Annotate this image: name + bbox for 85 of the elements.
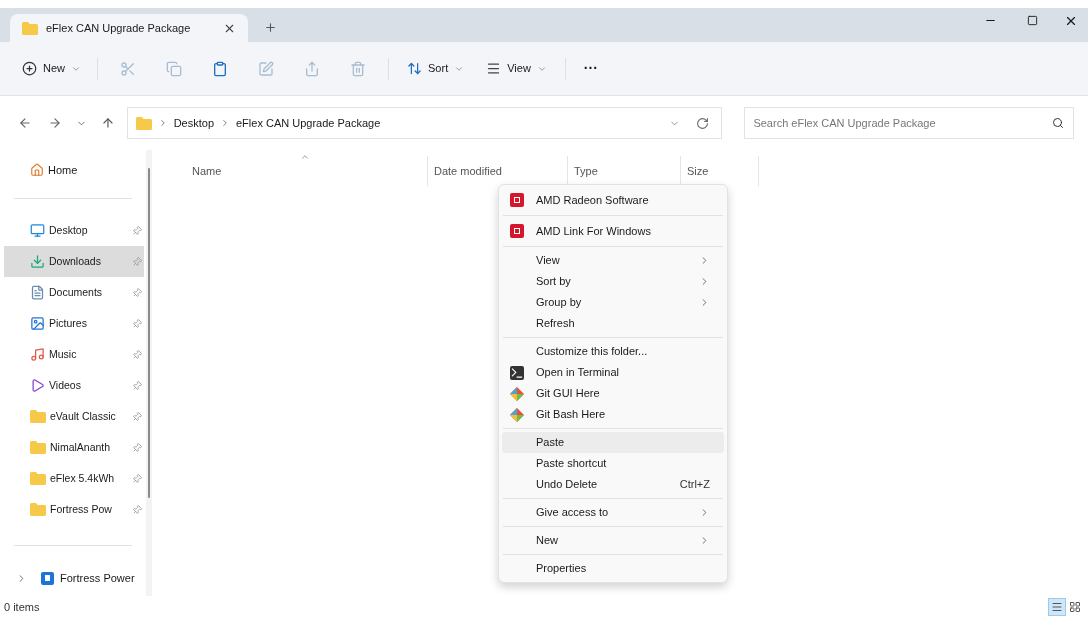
maximize-icon[interactable] <box>1027 15 1038 26</box>
menu-item[interactable]: Undo Delete Ctrl+Z <box>502 474 724 495</box>
sidebar-item[interactable]: Fortress Power <box>0 566 146 590</box>
copy-icon <box>166 60 182 77</box>
menu-item[interactable]: Customize this folder... <box>502 341 724 362</box>
item-count: 0 items <box>4 599 40 615</box>
breadcrumb[interactable]: eFlex CAN Upgrade Package <box>236 114 381 132</box>
clipboard-icon <box>212 60 228 77</box>
sort-icon <box>300 152 310 162</box>
sidebar-item[interactable]: Downloads <box>4 246 144 277</box>
column-header[interactable]: Size <box>687 162 709 180</box>
rename-icon <box>258 60 274 77</box>
menu-item[interactable]: Sort by <box>502 271 724 292</box>
sidebar-item[interactable]: NimalAnanth <box>4 432 144 463</box>
sidebar-item[interactable]: Videos <box>4 370 144 401</box>
sidebar-item[interactable]: eVault Classic <box>4 401 144 432</box>
menu-item[interactable]: Git Bash Here <box>502 404 724 425</box>
list-icon <box>1051 601 1063 613</box>
sidebar-item[interactable]: Music <box>4 339 144 370</box>
menu-item[interactable]: Give access to <box>502 502 724 523</box>
close-icon[interactable] <box>1064 14 1078 28</box>
sort-button[interactable]: Sort <box>399 53 473 84</box>
app-icon <box>510 193 524 207</box>
search-icon <box>1052 117 1064 129</box>
shortcut-text: Ctrl+Z <box>679 477 710 493</box>
refresh-icon[interactable] <box>696 116 710 130</box>
back-icon[interactable] <box>18 116 32 130</box>
grid-icon <box>1069 601 1081 613</box>
folder-icon <box>135 116 152 130</box>
menu-item[interactable]: Refresh <box>502 313 724 334</box>
breadcrumb[interactable]: Desktop <box>173 114 214 132</box>
monitor-icon <box>30 223 45 238</box>
menu-item[interactable]: AMD Link For Windows <box>502 219 724 243</box>
menu-item[interactable]: New <box>502 530 724 551</box>
menu-item[interactable]: Paste shortcut <box>502 453 724 474</box>
forward-icon[interactable] <box>47 116 62 130</box>
folder-icon <box>30 410 46 423</box>
search-field[interactable]: Search eFlex CAN Upgrade Package <box>744 107 1074 139</box>
folder-icon <box>22 21 38 35</box>
sidebar-item[interactable]: Home <box>0 158 146 182</box>
app-icon <box>510 224 524 238</box>
column-header[interactable]: Type <box>574 162 598 180</box>
download-icon <box>30 254 45 269</box>
menu-item[interactable]: View <box>502 250 724 271</box>
folder-icon <box>30 503 46 516</box>
terminal-icon <box>510 365 524 380</box>
separator-icon <box>220 118 230 128</box>
diamond-icon <box>510 407 524 422</box>
new-tab-icon[interactable] <box>264 21 277 34</box>
sidebar-item[interactable]: Fortress Pow <box>4 494 144 525</box>
lines-icon <box>486 61 502 76</box>
music-icon <box>30 347 45 362</box>
folder-icon <box>30 441 46 454</box>
tab[interactable]: eFlex CAN Upgrade Package <box>10 14 248 42</box>
menu-item[interactable]: Properties <box>502 558 724 579</box>
scrollbar-thumb[interactable] <box>148 168 150 498</box>
sort-icon <box>407 61 422 76</box>
column-header[interactable]: Date modified <box>434 162 502 180</box>
drive-icon <box>41 571 54 585</box>
menu-item[interactable]: AMD Radeon Software <box>502 188 724 212</box>
up-icon[interactable] <box>100 116 115 130</box>
menu-item[interactable]: Open in Terminal <box>502 362 724 383</box>
video-icon <box>30 378 45 393</box>
more-button[interactable]: ··· <box>575 53 606 84</box>
details-view-button[interactable] <box>1048 598 1066 616</box>
diamond-icon <box>510 386 524 401</box>
view-button[interactable]: View <box>478 53 555 84</box>
share-icon <box>304 60 320 77</box>
home-icon <box>30 163 44 177</box>
menu-item[interactable]: Git GUI Here <box>502 383 724 404</box>
folder-icon <box>30 472 46 485</box>
menu-item[interactable]: Group by <box>502 292 724 313</box>
sidebar-item[interactable]: Desktop <box>4 215 144 246</box>
picture-icon <box>30 316 45 331</box>
trash-icon <box>350 60 366 77</box>
cut-icon <box>120 60 136 77</box>
new-button[interactable]: New <box>16 53 87 84</box>
menu-item[interactable]: Paste <box>502 432 724 453</box>
sidebar-item[interactable]: Documents <box>4 277 144 308</box>
plus-icon <box>22 61 37 76</box>
column-header[interactable]: Name <box>192 162 222 180</box>
document-icon <box>30 285 45 300</box>
sidebar-item[interactable]: Pictures <box>4 308 144 339</box>
sidebar-item[interactable]: eFlex 5.4kWh <box>4 463 144 494</box>
address-bar[interactable]: Desktop eFlex CAN Upgrade Package <box>126 107 723 139</box>
